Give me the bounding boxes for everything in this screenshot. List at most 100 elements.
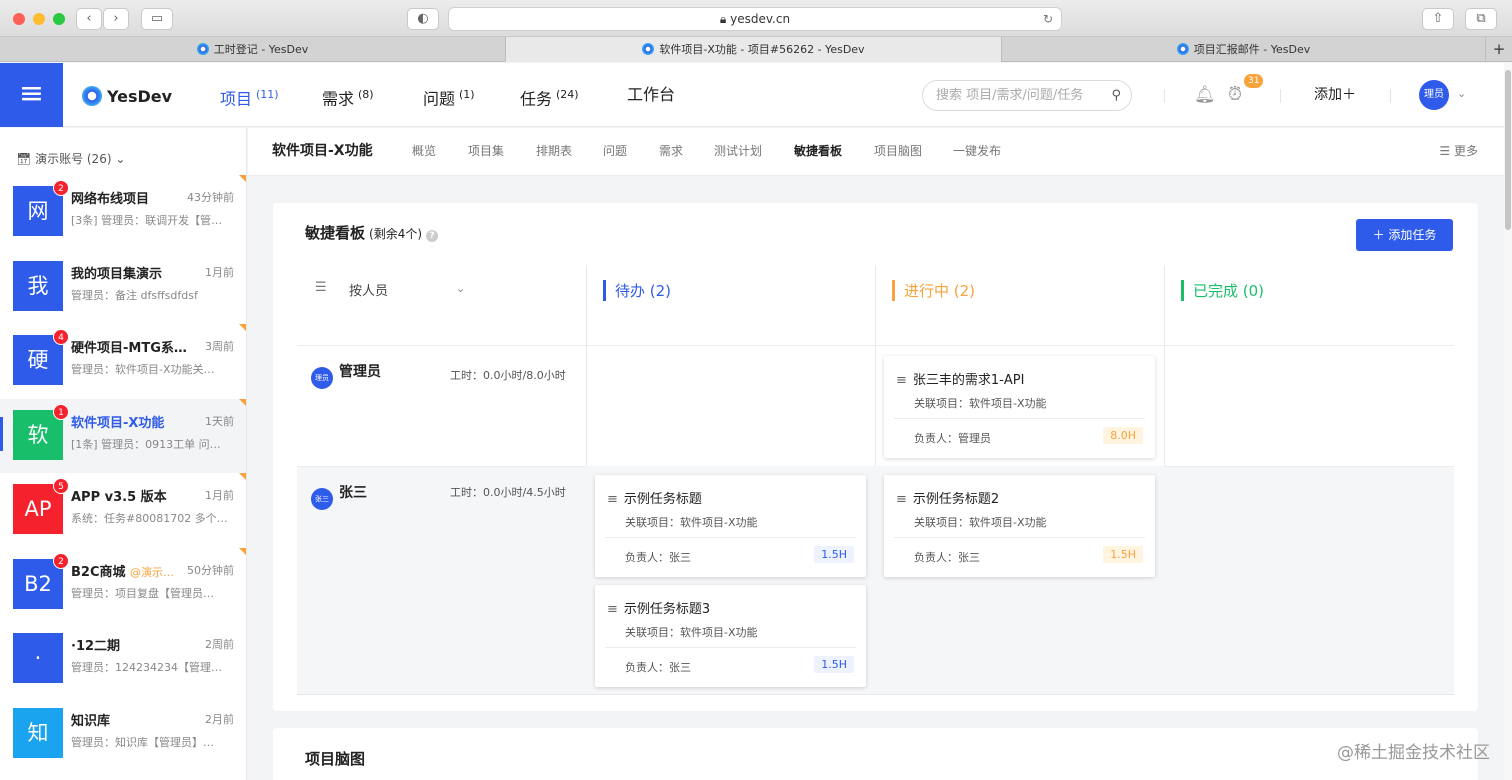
sidebar-project-item[interactable]: AP 5 APP v3.5 版本 1月前 系统：任务#80081702 多个… <box>0 473 246 547</box>
share-icon[interactable]: ⇧ <box>1422 8 1454 30</box>
account-label: 演示账号 (26) <box>35 152 112 166</box>
corner-flag-icon <box>239 473 246 481</box>
tab-issues[interactable]: 问题 <box>603 128 627 174</box>
app-header: ≡ YesDev 项目 (11) 需求 (8) 问题 (1) 任务 (24) 工作台 搜… <box>0 63 1512 127</box>
browser-tab-timesheet[interactable]: 工时登记 - YesDev <box>0 37 506 62</box>
chevron-down-icon[interactable]: ⌄ <box>1457 87 1466 100</box>
tabs-overview-icon[interactable]: ⧉ <box>1465 8 1497 30</box>
tab-mindmap[interactable]: 项目脑图 <box>874 128 922 174</box>
account-switcher[interactable]: 📅︎ 演示账号 (26) ⌄ <box>16 150 125 167</box>
browser-tab-report[interactable]: 项目汇报邮件 - YesDev <box>1002 37 1486 62</box>
project-avatar: 知 <box>13 707 63 758</box>
project-time: 1月前 <box>205 265 234 279</box>
hamburger-menu-icon[interactable]: ≡ <box>0 63 63 127</box>
favicon-icon <box>642 43 655 55</box>
more-label: 更多 <box>1453 144 1478 158</box>
project-time: 2月前 <box>205 712 234 726</box>
project-name-text: B2C商城 <box>71 564 126 580</box>
project-name-text: 我的项目集演示 <box>71 266 163 282</box>
nav-label: 工作台 <box>627 85 676 104</box>
page-scrollbar[interactable] <box>1505 70 1511 230</box>
kanban-board: 敏捷看板 (剩余4个)? ＋ 添加任务 ☰ 按人员 ⌄ 待办 (2) 进行中 (2… <box>273 203 1478 711</box>
project-last-activity: 管理员：软件项目-X功能关… <box>71 363 215 376</box>
task-card[interactable]: ≡ 张三丰的需求1-API 关联项目：软件项目-X功能 负责人：管理员 8.0H <box>884 356 1155 458</box>
project-name: B2C商城 @演示… <box>71 561 197 580</box>
sidebar-toggle-icon[interactable]: ▭ <box>141 8 173 30</box>
chevron-down-icon[interactable]: ⌄ <box>456 282 465 295</box>
chevron-down-icon: ⌄ <box>115 152 126 166</box>
task-hours-badge: 8.0H <box>1103 427 1143 444</box>
nav-tasks[interactable]: 任务 (24) <box>520 63 579 127</box>
tab-test-plan[interactable]: 测试计划 <box>714 128 762 174</box>
minimize-window-icon[interactable] <box>33 13 45 25</box>
nav-workbench[interactable]: 工作台 <box>627 63 675 127</box>
help-icon[interactable]: ? <box>426 230 439 242</box>
task-card[interactable]: ≡ 示例任务标题 关联项目：软件项目-X功能 负责人：张三 1.5H <box>595 475 866 577</box>
bell-icon[interactable]: 🔔︎ <box>1194 85 1216 105</box>
back-icon[interactable]: ‹ <box>76 8 102 30</box>
project-name: 知识库 <box>71 710 197 729</box>
tab-requirements[interactable]: 需求 <box>659 128 683 174</box>
sidebar-project-item[interactable]: 我我的项目集演示 1月前 管理员：备注 dfsffsdfdsf <box>0 250 246 324</box>
user-avatar[interactable]: 理员 <box>1419 80 1449 110</box>
sidebar-project-item[interactable]: 网 2 网络布线项目 43分钟前 [3条] 管理员：联调开发【管… <box>0 175 246 249</box>
alarm-clock-icon[interactable]: ⏰︎ <box>1228 84 1242 105</box>
drag-handle-icon[interactable]: ≡ <box>607 602 618 617</box>
task-card[interactable]: ≡ 示例任务标题2 关联项目：软件项目-X功能 负责人：张三 1.5H <box>884 475 1155 577</box>
search-input[interactable]: 搜索 项目/需求/问题/任务 ⚲ <box>922 80 1132 111</box>
task-owner: 负责人：管理员 <box>914 432 991 445</box>
tab-kanban[interactable]: 敏捷看板 <box>794 128 842 174</box>
tab-one-click-release[interactable]: 一键发布 <box>953 128 1001 174</box>
sidebar-project-item[interactable]: 硬 4 硬件项目-MTG系… 3周前 管理员：软件项目-X功能关… <box>0 324 246 398</box>
unread-badge: 2 <box>53 180 69 196</box>
tab-project-set[interactable]: 项目集 <box>468 128 504 174</box>
divider <box>605 537 856 538</box>
nav-label: 需求 <box>322 89 355 109</box>
group-by-select[interactable]: 按人员 <box>349 280 388 299</box>
sidebar-project-item[interactable]: 软 1 软件项目-X功能 1天前 [1条] 管理员：0913工单 问… <box>0 398 246 473</box>
new-tab-button[interactable]: + <box>1486 37 1512 62</box>
project-title: 软件项目-X功能 <box>272 143 373 159</box>
unread-badge: 5 <box>53 478 69 494</box>
more-menu[interactable]: ☰ 更多 <box>1439 128 1478 174</box>
logo[interactable]: YesDev <box>82 85 172 107</box>
nav-requirements[interactable]: 需求 (8) <box>322 63 374 127</box>
search-icon[interactable]: ⚲ <box>1111 81 1121 110</box>
project-last-activity: [3条] 管理员：联调开发【管… <box>71 214 223 227</box>
nav-issues[interactable]: 问题 (1) <box>423 63 475 127</box>
tab-schedule[interactable]: 排期表 <box>536 128 572 174</box>
sidebar-project-item[interactable]: · ·12二期 2周前 管理员：124234234【管理… <box>0 622 246 696</box>
forward-icon[interactable]: › <box>103 8 129 30</box>
project-name: 硬件项目-MTG系… <box>71 337 197 356</box>
task-card[interactable]: ≡ 示例任务标题3 关联项目：软件项目-X功能 负责人：张三 1.5H <box>595 585 866 687</box>
board-title-text: 敏捷看板 <box>305 224 366 242</box>
active-indicator <box>0 416 3 451</box>
project-sidebar: 📅︎ 演示账号 (26) ⌄ 网 2 网络布线项目 43分钟前 [3条] 管理员：联调开… <box>0 128 247 780</box>
project-name-text: ·12二期 <box>71 639 121 654</box>
unread-badge: 2 <box>53 552 69 569</box>
browser-tab-project[interactable]: 软件项目-X功能 - 项目#56262 - YesDev <box>506 37 1002 62</box>
maximize-window-icon[interactable] <box>53 13 65 25</box>
member-name: 管理员 <box>339 364 381 380</box>
reload-icon[interactable]: ↻ <box>1043 8 1053 30</box>
drag-handle-icon[interactable]: ≡ <box>896 492 907 507</box>
privacy-shield-icon[interactable]: ◐ <box>407 8 439 30</box>
drag-handle-icon[interactable]: ≡ <box>896 373 907 388</box>
close-window-icon[interactable] <box>13 13 25 25</box>
drag-handle-icon[interactable]: ≡ <box>607 492 618 507</box>
nav-projects[interactable]: 项目 (11) <box>220 63 279 127</box>
mindmap-section: 项目脑图 <box>273 728 1478 780</box>
sidebar-project-item[interactable]: B2 2 B2C商城 @演示… 50分钟前 管理员：项目复盘【管理员… <box>0 547 246 622</box>
remaining-count: (剩余4个) <box>369 227 423 241</box>
sidebar-project-item[interactable]: 知知识库 2月前 管理员：知识库【管理员】… <box>0 697 246 771</box>
task-title: ≡ 示例任务标题2 <box>896 488 999 507</box>
project-name-text: 硬件项目-MTG系… <box>71 341 187 356</box>
address-bar[interactable]: 🔒︎ yesdev.cn ↻ <box>448 7 1062 31</box>
corner-flag-icon <box>239 175 246 183</box>
unread-badge: 1 <box>53 403 69 420</box>
tab-overview[interactable]: 概览 <box>412 128 436 174</box>
add-task-button[interactable]: ＋ 添加任务 <box>1356 219 1453 251</box>
add-button[interactable]: 添加＋ <box>1314 63 1356 127</box>
browser-toolbar: ‹ › ▭ ◐ 🔒︎ yesdev.cn ↻ ⇧ ⧉ <box>0 0 1512 37</box>
task-project: 关联项目：软件项目-X功能 <box>914 516 1047 529</box>
